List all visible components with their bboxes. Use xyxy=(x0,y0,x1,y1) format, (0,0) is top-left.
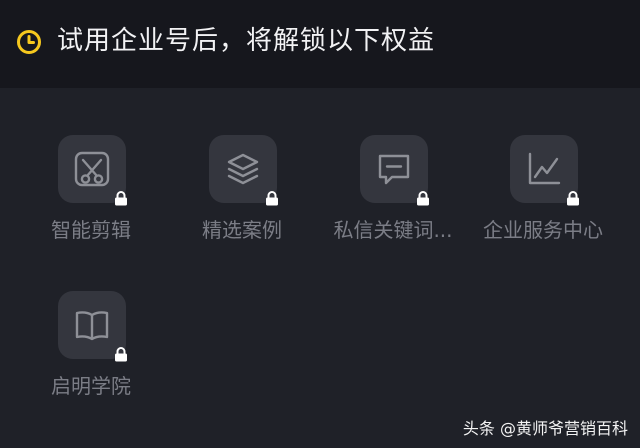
feature-qiming-academy[interactable]: 启明学院 xyxy=(16,291,166,411)
feature-icon-tile xyxy=(360,135,429,206)
feature-icon-tile xyxy=(58,135,127,206)
feature-dm-keywords[interactable]: 私信关键词... xyxy=(318,135,468,255)
feature-smart-edit[interactable]: 智能剪辑 xyxy=(16,135,166,255)
feature-label: 精选案例 xyxy=(202,218,282,242)
layers-icon xyxy=(227,153,259,185)
lock-icon xyxy=(266,191,278,206)
benefits-panel: 智能剪辑 精选案例 私信关键词... 企业服务中心 启明学院 xyxy=(0,88,640,448)
lock-icon xyxy=(115,191,127,206)
feature-label: 私信关键词... xyxy=(333,218,453,242)
scissors-icon xyxy=(74,151,110,187)
lock-icon xyxy=(417,191,429,206)
feature-icon-tile xyxy=(58,291,127,362)
feature-icon-tile xyxy=(510,135,579,206)
lock-icon xyxy=(567,191,579,206)
page: 试用企业号后，将解锁以下权益 智能剪辑 精选案例 私信关键词... 企业服务中心… xyxy=(0,0,640,448)
feature-icon-tile xyxy=(209,135,278,206)
feature-label: 启明学院 xyxy=(51,374,131,398)
watermark: 头条 @黄师爷营销百科 xyxy=(462,419,628,438)
feature-label: 企业服务中心 xyxy=(483,218,603,242)
message-icon xyxy=(378,154,410,185)
lock-icon xyxy=(115,347,127,362)
header: 试用企业号后，将解锁以下权益 xyxy=(0,0,640,84)
feature-label: 智能剪辑 xyxy=(51,218,131,242)
feature-selected-cases[interactable]: 精选案例 xyxy=(167,135,317,255)
feature-enterprise-service[interactable]: 企业服务中心 xyxy=(468,135,618,255)
page-title: 试用企业号后，将解锁以下权益 xyxy=(57,26,436,56)
clock-icon xyxy=(17,30,41,54)
book-icon xyxy=(75,311,109,341)
chart-icon xyxy=(528,152,561,185)
